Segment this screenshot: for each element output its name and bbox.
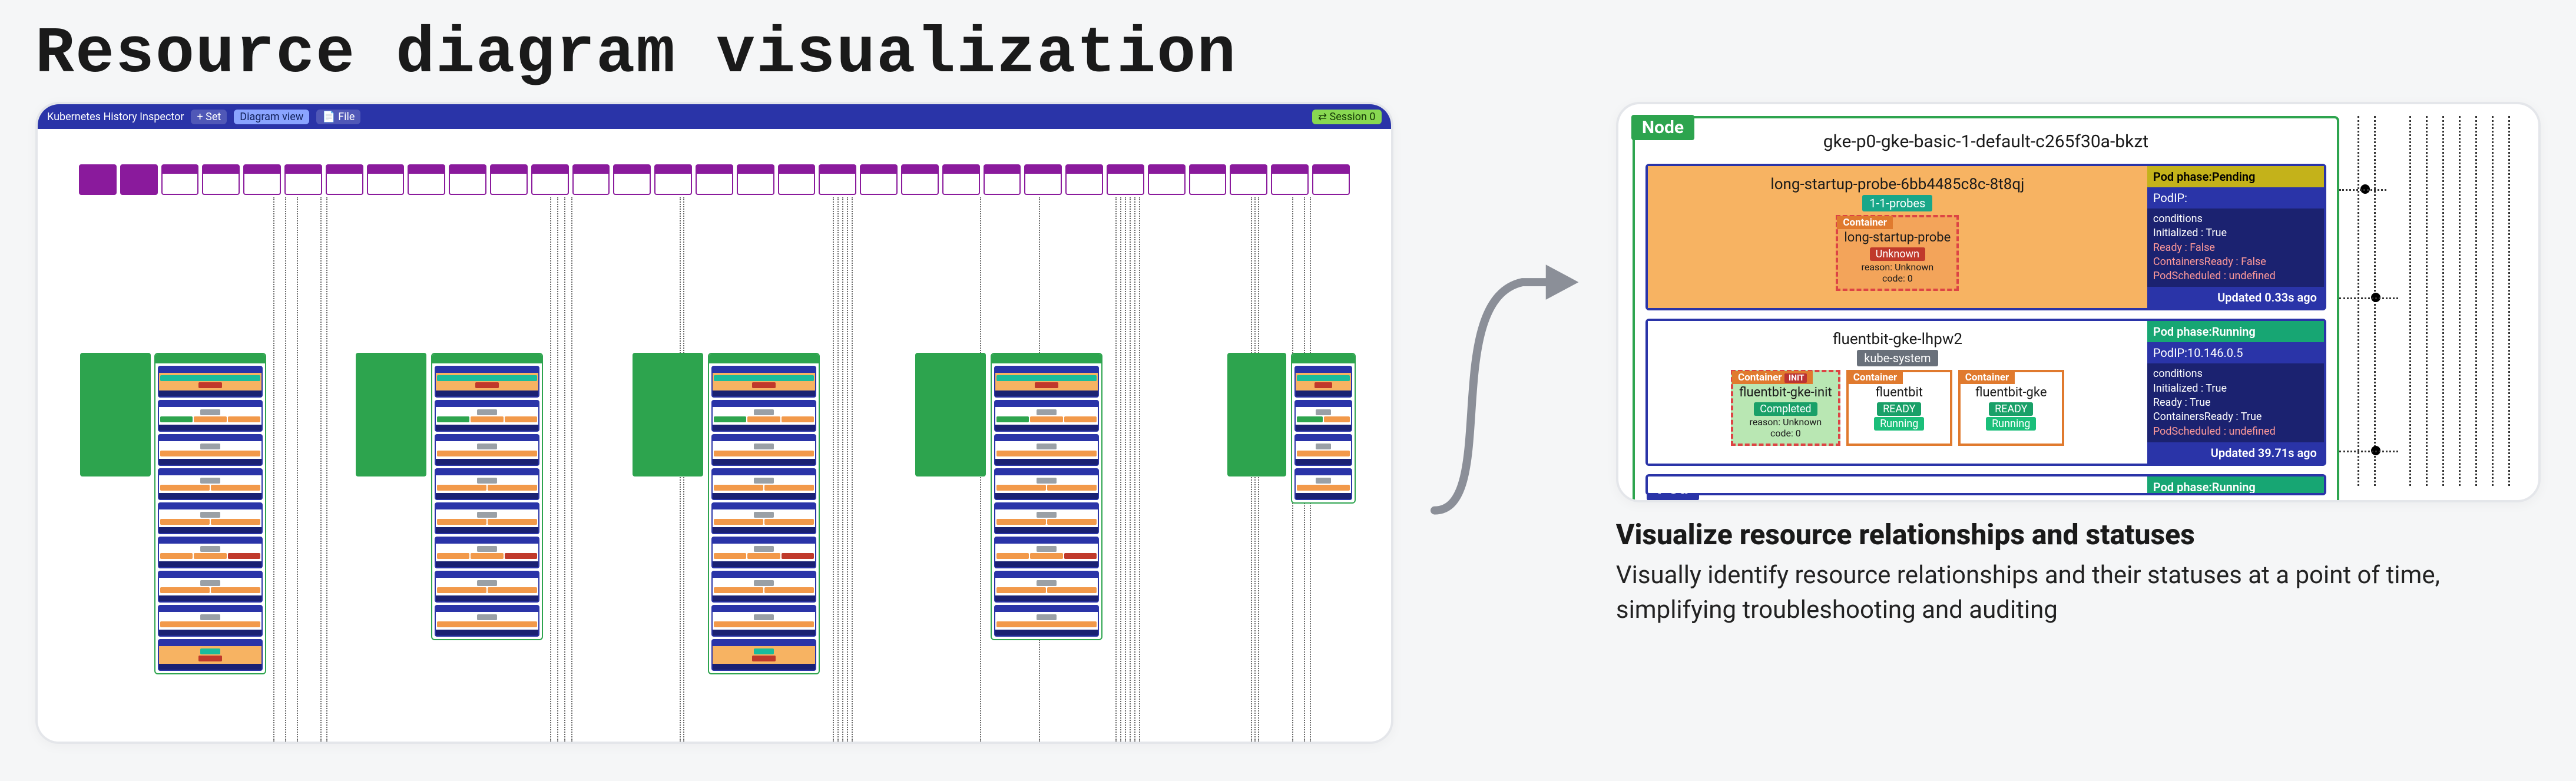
green-info-panel — [80, 353, 151, 476]
pod-updated: Updated 0.33s ago — [2147, 287, 2324, 308]
pod-phase: Pod phase:Running — [2147, 476, 2324, 495]
pod-updated: Updated 39.71s ago — [2147, 442, 2324, 464]
app-overview-card: Kubernetes History Inspector + Set Diagr… — [35, 102, 1393, 744]
pod-ip: PodIP:10.146.0.5 — [2147, 342, 2324, 363]
cond-item: Ready : True — [2153, 396, 2318, 410]
pod-frame[interactable]: Pod fluentbit-gke-lhpw2 kube-system Cont… — [1645, 319, 2326, 465]
session-chip[interactable]: ⇄ Session 0 — [1312, 110, 1382, 124]
cond-item: ContainersReady : True — [2153, 410, 2318, 424]
tab-file[interactable]: 📄 File — [316, 110, 360, 124]
container-substate: Running — [1986, 417, 2036, 431]
container-state: Completed — [1754, 402, 1817, 416]
node-card[interactable] — [154, 353, 266, 674]
node-card[interactable] — [708, 353, 820, 674]
cond-item: Ready : False — [2153, 241, 2318, 255]
green-info-panel — [1227, 353, 1286, 476]
cond-item: PodScheduled : undefined — [2153, 425, 2318, 439]
page-title: Resource diagram visualization — [35, 18, 2541, 91]
pod-phase: Pod phase:Pending — [2147, 166, 2324, 187]
node-name: gke-p0-gke-basic-1-default-c265f30a-bkzt — [1635, 118, 2337, 164]
section-body: Visually identify resource relationships… — [1616, 558, 2511, 628]
container-card[interactable]: Container fluentbit READY Running — [1846, 370, 1952, 446]
container-name: fluentbit-gke — [1966, 385, 2056, 400]
cond-item: Initialized : True — [2153, 226, 2318, 240]
pod-side-panel: Pod phase:Running PodIP:10.146.0.5 condi… — [2147, 321, 2324, 463]
cond-item: ContainersReady : False — [2153, 255, 2318, 269]
container-name: fluentbit — [1855, 385, 1944, 400]
container-badge: Container — [1837, 216, 1893, 229]
pod-ns-chip: 1-1-probes — [1862, 195, 1932, 211]
connector-line — [2339, 189, 2386, 191]
cond-label: conditions — [2153, 212, 2318, 226]
cond-item: Initialized : True — [2153, 382, 2318, 396]
node-card[interactable] — [431, 353, 543, 640]
node-frame[interactable]: Node gke-p0-gke-basic-1-default-c265f30a… — [1633, 116, 2339, 502]
cond-item: PodScheduled : undefined — [2153, 269, 2318, 283]
pod-frame[interactable]: Pod Pod phase:Running — [1645, 474, 2326, 495]
pod-side-panel: Pod phase:Pending PodIP: conditions Init… — [2147, 166, 2324, 308]
app-brand: Kubernetes History Inspector — [47, 111, 184, 123]
green-info-panel — [915, 353, 986, 476]
pod-ip: PodIP: — [2147, 187, 2324, 209]
container-badge: Container — [1847, 371, 1903, 384]
pod-phase: Pod phase:Running — [2147, 321, 2324, 342]
pod-ns-chip: kube-system — [1857, 350, 1938, 366]
container-name: fluentbit-gke-init — [1739, 385, 1832, 400]
node-card[interactable] — [991, 353, 1102, 640]
container-substate: Running — [1874, 417, 1924, 431]
arrow-right-icon: ➔ — [1616, 178, 1618, 211]
container-card[interactable]: Container long-startup-probe Unknown rea… — [1836, 215, 1959, 291]
connector-line — [2339, 297, 2398, 299]
pod-name: fluentbit-gke-lhpw2 — [1648, 321, 2147, 349]
tab-diagram[interactable]: Diagram view — [234, 110, 309, 124]
container-card[interactable]: Container fluentbit-gke READY Running — [1958, 370, 2064, 446]
pod-frame[interactable]: Pod long-startup-probe-6bb4485c8c-8t8qj … — [1645, 164, 2326, 310]
node-card[interactable] — [1291, 353, 1356, 504]
zoom-arrow — [1429, 205, 1581, 558]
detail-guides — [2330, 116, 2524, 486]
container-code: code: 0 — [1844, 273, 1951, 284]
green-info-panel — [356, 353, 426, 476]
container-code: code: 0 — [1739, 428, 1832, 439]
container-reason: reason: Unknown — [1844, 262, 1951, 273]
container-badge: Container — [1732, 371, 1813, 384]
container-reason: reason: Unknown — [1739, 416, 1832, 428]
detail-card: ➔ Node gke-p0-gke-basic-1-default-c265f3… — [1616, 102, 2541, 502]
section-heading: Visualize resource relationships and sta… — [1616, 518, 2541, 551]
container-name: long-startup-probe — [1844, 230, 1951, 245]
connector-line — [2339, 451, 2398, 452]
container-badge: Container — [1959, 371, 2015, 384]
node-tag: Node — [1631, 115, 1694, 140]
set-button[interactable]: + Set — [191, 110, 227, 124]
green-info-panel — [633, 353, 703, 476]
pod-name: long-startup-probe-6bb4485c8c-8t8qj — [1648, 166, 2147, 194]
container-state: READY — [1989, 402, 2033, 416]
app-topbar: Kubernetes History Inspector + Set Diagr… — [38, 104, 1391, 129]
container-state: READY — [1877, 402, 1921, 416]
container-state: Unknown — [1870, 247, 1925, 261]
container-card[interactable]: Container fluentbit-gke-init Completed r… — [1731, 370, 1840, 446]
cond-label: conditions — [2153, 367, 2318, 381]
